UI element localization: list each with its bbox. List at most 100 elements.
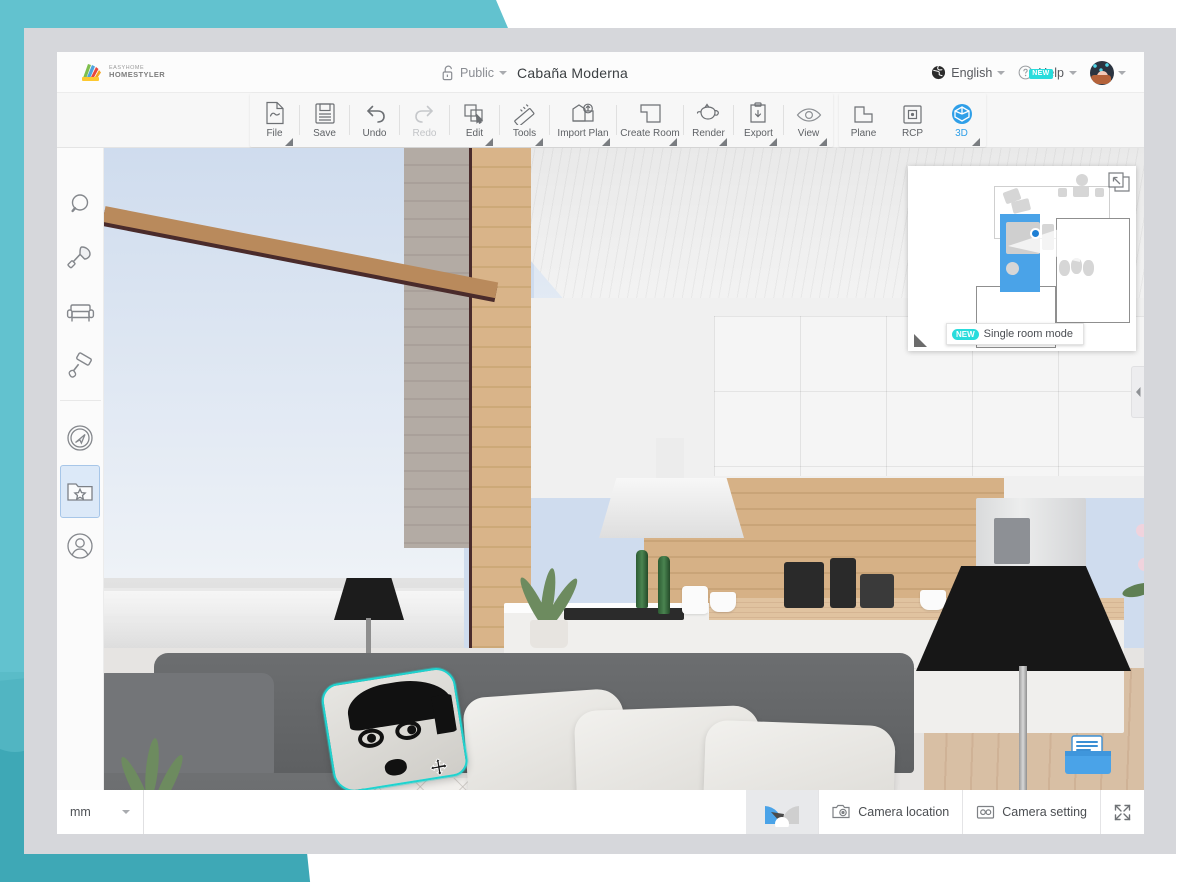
toolbar-edit-label: Edit bbox=[466, 128, 483, 139]
toolbar-undo-button[interactable]: Undo bbox=[350, 94, 399, 147]
scene-hood-neck bbox=[656, 438, 684, 483]
file-icon bbox=[264, 101, 286, 125]
tooltip-text: Single room mode bbox=[984, 328, 1073, 340]
right-panel-handle[interactable] bbox=[1131, 366, 1144, 418]
toolbar-import-plan-label: Import Plan bbox=[557, 128, 608, 139]
chevron-left-icon bbox=[1135, 387, 1142, 397]
minimap-camera-marker[interactable] bbox=[1030, 228, 1041, 239]
command-input[interactable] bbox=[144, 790, 746, 834]
chevron-down-icon bbox=[997, 71, 1005, 75]
view-mode-plane-label: Plane bbox=[851, 128, 877, 139]
view-cone-gauge-icon[interactable] bbox=[746, 790, 818, 834]
toolbar-create-room-button[interactable]: Create Room bbox=[617, 94, 683, 147]
redo-arrow-icon bbox=[413, 101, 437, 125]
workspace: NEW Single room mode bbox=[57, 148, 1144, 790]
app-header: EASYHOME HOMESTYLER Public bbox=[57, 52, 1144, 93]
shovel-icon bbox=[65, 243, 96, 274]
toolbar-redo-label: Redo bbox=[413, 128, 437, 139]
fullscreen-expand-icon bbox=[1114, 804, 1131, 821]
sidebar-item-account[interactable] bbox=[60, 519, 100, 572]
document-title: Cabaña Moderna bbox=[517, 65, 628, 81]
account-menu[interactable] bbox=[1090, 61, 1126, 85]
chevron-down-icon bbox=[499, 71, 507, 75]
import-plan-icon bbox=[571, 101, 596, 125]
scene-grey-column bbox=[404, 148, 470, 548]
sidebar-item-compass[interactable] bbox=[60, 411, 100, 464]
resize-arrow-icon[interactable] bbox=[914, 334, 927, 347]
toolbar-tools-label: Tools bbox=[513, 128, 536, 139]
scene-plant-left bbox=[112, 738, 202, 790]
main-toolbar: File Save bbox=[57, 93, 1144, 148]
camera-location-button[interactable]: Camera location bbox=[818, 790, 962, 834]
armchair-icon bbox=[65, 299, 96, 327]
language-selector[interactable]: English bbox=[931, 65, 1005, 80]
chevron-down-icon bbox=[1069, 71, 1077, 75]
copy-cursor-icon bbox=[463, 101, 487, 125]
visibility-dropdown[interactable]: Public bbox=[442, 65, 507, 81]
sidebar-item-search[interactable] bbox=[60, 178, 100, 231]
toolbar-render-button[interactable]: Render bbox=[684, 94, 733, 147]
sidebar-divider bbox=[60, 400, 101, 401]
collapse-corner-icon[interactable] bbox=[1108, 172, 1130, 192]
camera-location-icon bbox=[832, 804, 851, 820]
selected-pillow[interactable] bbox=[319, 665, 470, 790]
inbox-tray-button[interactable] bbox=[1062, 734, 1114, 776]
toolbar-file-button[interactable]: File bbox=[250, 94, 299, 147]
undo-arrow-icon bbox=[363, 101, 387, 125]
eye-icon bbox=[796, 101, 822, 125]
chevron-down-icon bbox=[1118, 71, 1126, 75]
help-menu[interactable]: Help NEW bbox=[1018, 65, 1077, 80]
floppy-disk-icon bbox=[314, 101, 336, 125]
scene-cushion-3 bbox=[702, 720, 896, 790]
unlock-icon bbox=[442, 65, 455, 81]
view-mode-rcp[interactable]: RCP bbox=[888, 94, 937, 147]
single-room-mode-tooltip[interactable]: NEW Single room mode bbox=[946, 323, 1084, 345]
scene-plant-kitchen bbox=[514, 568, 584, 648]
toolbar-edit-button[interactable]: Edit bbox=[450, 94, 499, 147]
toolbar-import-plan-button[interactable]: Import Plan bbox=[550, 94, 616, 147]
view-mode-3d[interactable]: 3D bbox=[937, 94, 986, 147]
camera-setting-icon bbox=[976, 804, 995, 820]
language-label: English bbox=[951, 66, 992, 80]
camera-setting-button[interactable]: Camera setting bbox=[962, 790, 1100, 834]
person-circle-icon bbox=[65, 531, 95, 561]
sidebar-item-furniture[interactable] bbox=[60, 286, 100, 339]
sidebar-item-favorites[interactable] bbox=[60, 465, 100, 518]
help-new-badge: NEW bbox=[1029, 69, 1052, 79]
scene-balcony-railing bbox=[104, 588, 464, 648]
cube-3d-icon bbox=[951, 101, 973, 125]
toolbar-tools-button[interactable]: Tools bbox=[500, 94, 549, 147]
room-corner-icon bbox=[639, 101, 662, 125]
unit-dropdown[interactable]: mm bbox=[57, 790, 144, 834]
toolbar-save-button[interactable]: Save bbox=[300, 94, 349, 147]
left-sidebar bbox=[57, 148, 104, 790]
brand-logo[interactable]: EASYHOME HOMESTYLER bbox=[57, 62, 165, 82]
view-mode-plane[interactable]: Plane bbox=[839, 94, 888, 147]
design-viewport-3d[interactable]: NEW Single room mode bbox=[104, 148, 1144, 790]
minimap-panel[interactable]: NEW Single room mode bbox=[908, 166, 1136, 351]
toolbar-view-label: View bbox=[798, 128, 820, 139]
sidebar-item-build[interactable] bbox=[60, 232, 100, 285]
scene-table-lamp bbox=[334, 578, 404, 648]
export-clipboard-icon bbox=[748, 101, 770, 125]
magnifier-icon bbox=[65, 190, 95, 220]
chevron-down-icon bbox=[122, 810, 130, 814]
toolbar-redo-button[interactable]: Redo bbox=[400, 94, 449, 147]
bottom-bar-right-group: Camera location Camera setting bbox=[746, 790, 1144, 834]
compass-icon bbox=[65, 423, 95, 453]
toolbar-export-button[interactable]: Export bbox=[734, 94, 783, 147]
color-fan-logo-icon bbox=[80, 62, 102, 82]
fullscreen-button[interactable] bbox=[1100, 790, 1144, 834]
header-right-group: English Help NEW bbox=[931, 52, 1126, 93]
scene-sectional-sofa bbox=[104, 653, 924, 790]
avatar bbox=[1090, 61, 1114, 85]
view-mode-3d-label: 3D bbox=[955, 128, 968, 139]
toolbar-save-label: Save bbox=[313, 128, 336, 139]
page-root: EASYHOME HOMESTYLER Public bbox=[0, 0, 1200, 882]
toolbar-view-button[interactable]: View bbox=[784, 94, 833, 147]
view-mode-rcp-label: RCP bbox=[902, 128, 923, 139]
ruler-icon bbox=[513, 101, 537, 125]
sidebar-item-materials[interactable] bbox=[60, 340, 100, 393]
tooltip-new-badge: NEW bbox=[952, 329, 979, 340]
toolbar-file-label: File bbox=[266, 128, 282, 139]
